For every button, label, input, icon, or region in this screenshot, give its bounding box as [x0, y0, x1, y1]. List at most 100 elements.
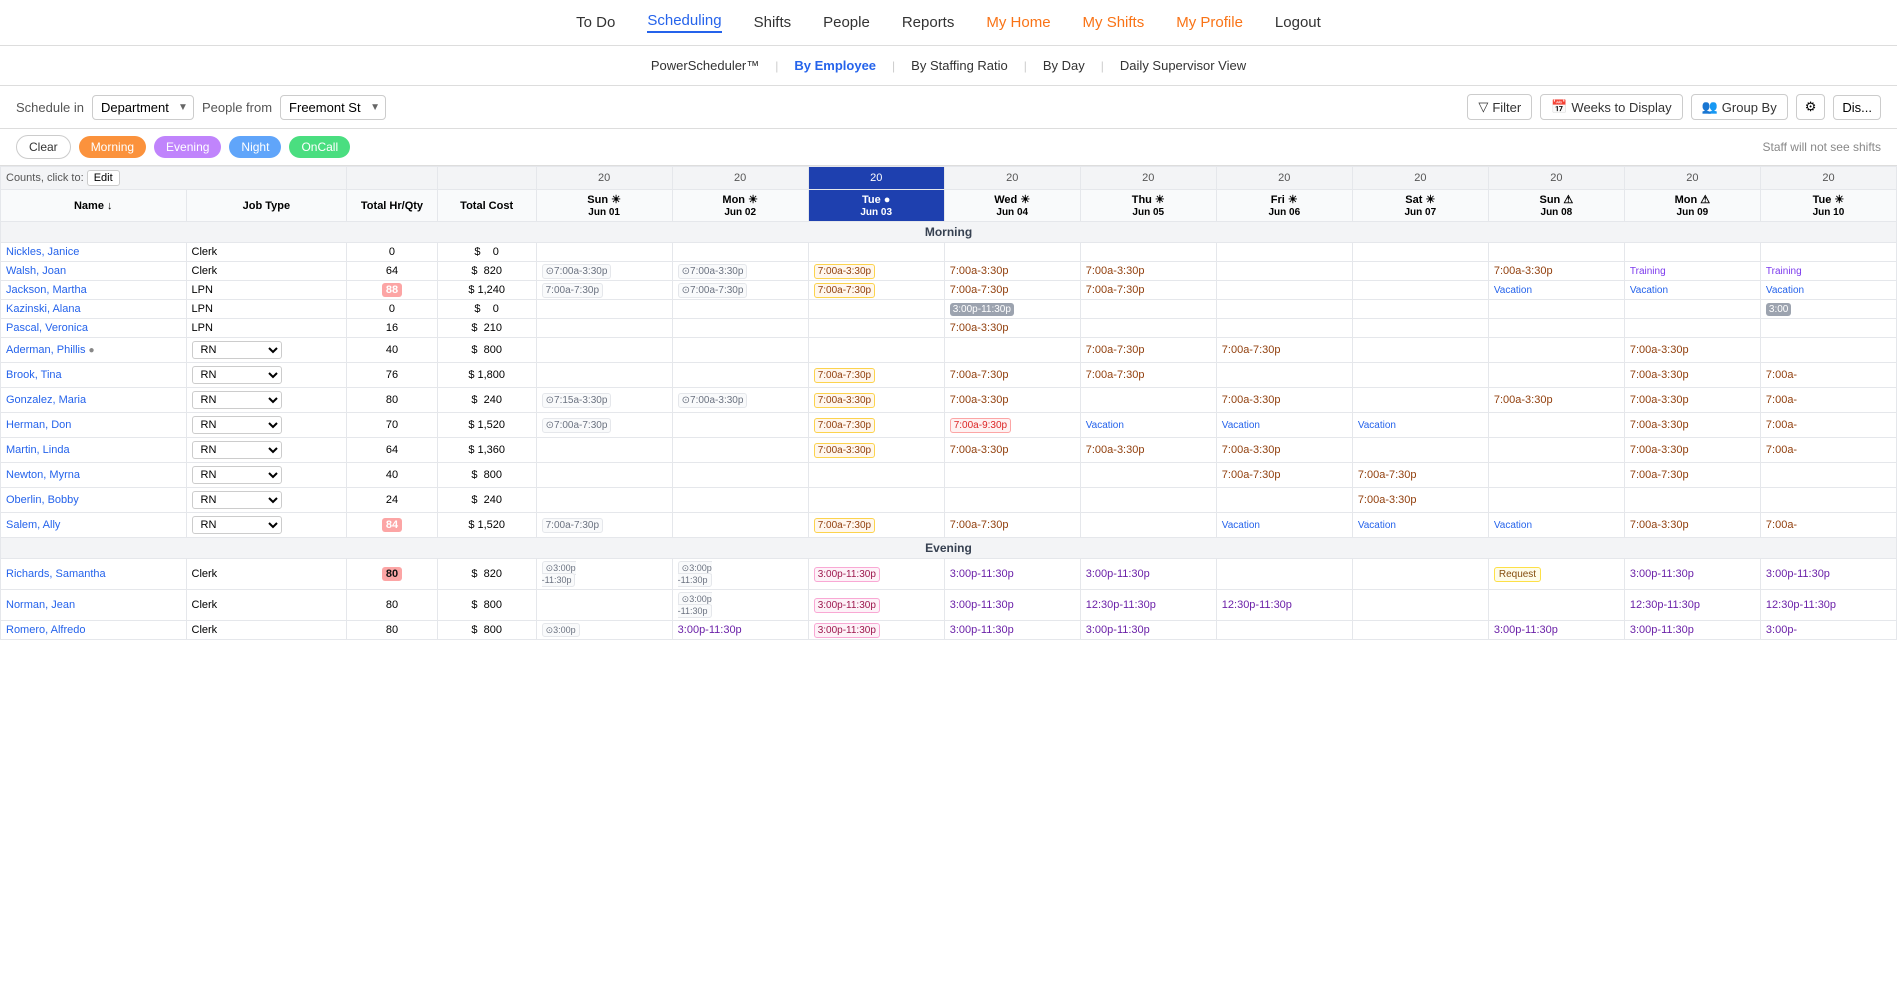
shift-wed04[interactable]: 7:00a-3:30p — [944, 319, 1080, 338]
jobtype-select[interactable]: RN — [192, 391, 282, 409]
shift-tue03[interactable] — [808, 243, 944, 262]
jobtype-select[interactable]: RN — [192, 441, 282, 459]
shift-tue03[interactable]: 3:00p-11:30p — [808, 590, 944, 621]
shift-mon09[interactable]: 7:00a-7:30p — [1624, 463, 1760, 488]
job-type-cell[interactable]: RN — [186, 488, 347, 513]
count-wed04[interactable]: 20 — [944, 167, 1080, 190]
jobtype-select[interactable]: RN — [192, 516, 282, 534]
shift-sat07[interactable]: Vacation — [1352, 413, 1488, 438]
shift-sun01[interactable] — [536, 338, 672, 363]
nav-reports[interactable]: Reports — [902, 14, 955, 31]
shift-tue03[interactable] — [808, 338, 944, 363]
shift-fri06[interactable]: 12:30p-11:30p — [1216, 590, 1352, 621]
nav-scheduling[interactable]: Scheduling — [647, 12, 721, 33]
day-sun01[interactable]: Sun ☀Jun 01 — [536, 190, 672, 222]
employee-name[interactable]: Jackson, Martha — [1, 281, 187, 300]
shift-sun08[interactable] — [1488, 438, 1624, 463]
subnav-byday[interactable]: By Day — [1035, 54, 1093, 77]
employee-name[interactable]: Kazinski, Alana — [1, 300, 187, 319]
shift-tue10[interactable] — [1760, 243, 1896, 262]
shift-fri06[interactable]: 7:00a-7:30p — [1216, 463, 1352, 488]
shift-mon02[interactable] — [672, 338, 808, 363]
job-type-cell[interactable]: RN — [186, 438, 347, 463]
department-select[interactable]: Department — [92, 95, 194, 120]
shift-mon09[interactable]: Vacation — [1624, 281, 1760, 300]
shift-sat07[interactable] — [1352, 559, 1488, 590]
shift-mon02[interactable] — [672, 300, 808, 319]
day-mon09[interactable]: Mon ⚠Jun 09 — [1624, 190, 1760, 222]
shift-tue03[interactable]: 7:00a-3:30p — [808, 388, 944, 413]
shift-sun01[interactable]: ⊙7:00a-3:30p — [536, 262, 672, 281]
employee-name[interactable]: Salem, Ally — [1, 513, 187, 538]
shift-fri06[interactable] — [1216, 300, 1352, 319]
edit-button[interactable]: Edit — [87, 170, 120, 186]
shift-tue03[interactable] — [808, 300, 944, 319]
shift-thu05[interactable]: 7:00a-7:30p — [1080, 363, 1216, 388]
oncall-filter-button[interactable]: OnCall — [289, 136, 350, 158]
shift-thu05[interactable] — [1080, 488, 1216, 513]
count-fri06[interactable]: 20 — [1216, 167, 1352, 190]
shift-sun08[interactable]: 7:00a-3:30p — [1488, 262, 1624, 281]
shift-mon02[interactable] — [672, 463, 808, 488]
shift-mon09[interactable]: 3:00p-11:30p — [1624, 559, 1760, 590]
shift-fri06[interactable]: Vacation — [1216, 513, 1352, 538]
job-type-cell[interactable]: RN — [186, 388, 347, 413]
weeks-to-display-button[interactable]: 📅 Weeks to Display — [1540, 94, 1682, 120]
shift-mon02[interactable]: ⊙7:00a-3:30p — [672, 388, 808, 413]
shift-wed04[interactable] — [944, 488, 1080, 513]
count-mon09[interactable]: 20 — [1624, 167, 1760, 190]
shift-mon02[interactable] — [672, 363, 808, 388]
shift-wed04[interactable]: 7:00a-3:30p — [944, 438, 1080, 463]
shift-sun01[interactable] — [536, 363, 672, 388]
shift-tue10[interactable] — [1760, 338, 1896, 363]
count-thu05[interactable]: 20 — [1080, 167, 1216, 190]
shift-sun01[interactable]: ⊙3:00p-11:30p — [536, 559, 672, 590]
shift-thu05[interactable] — [1080, 513, 1216, 538]
subnav-bystaffingratio[interactable]: By Staffing Ratio — [903, 54, 1016, 77]
shift-fri06[interactable]: 7:00a-3:30p — [1216, 438, 1352, 463]
shift-tue10[interactable] — [1760, 488, 1896, 513]
employee-name[interactable]: Richards, Samantha — [1, 559, 187, 590]
shift-sat07[interactable] — [1352, 243, 1488, 262]
shift-tue03[interactable]: 3:00p-11:30p — [808, 559, 944, 590]
employee-name[interactable]: Nickles, Janice — [1, 243, 187, 262]
shift-tue03[interactable] — [808, 463, 944, 488]
jobtype-select[interactable]: RN — [192, 366, 282, 384]
shift-mon09[interactable]: 7:00a-3:30p — [1624, 413, 1760, 438]
shift-mon09[interactable]: 7:00a-3:30p — [1624, 438, 1760, 463]
shift-sat07[interactable]: Vacation — [1352, 513, 1488, 538]
day-thu05[interactable]: Thu ☀Jun 05 — [1080, 190, 1216, 222]
shift-thu05[interactable]: 7:00a-3:30p — [1080, 438, 1216, 463]
job-type-cell[interactable]: RN — [186, 463, 347, 488]
shift-fri06[interactable] — [1216, 621, 1352, 640]
shift-mon02[interactable]: ⊙3:00p-11:30p — [672, 590, 808, 621]
shift-wed04[interactable]: 7:00a-3:30p — [944, 262, 1080, 281]
shift-tue03[interactable]: 7:00a-3:30p — [808, 262, 944, 281]
shift-sun01[interactable] — [536, 243, 672, 262]
count-tue10[interactable]: 20 — [1760, 167, 1896, 190]
shift-tue10[interactable]: 3:00p-11:30p — [1760, 559, 1896, 590]
job-type-cell[interactable]: RN — [186, 363, 347, 388]
employee-name[interactable]: Herman, Don — [1, 413, 187, 438]
shift-fri06[interactable] — [1216, 281, 1352, 300]
subnav-powerscheduler[interactable]: PowerScheduler™ — [643, 54, 767, 77]
jobtype-select[interactable]: RN — [192, 341, 282, 359]
shift-fri06[interactable] — [1216, 243, 1352, 262]
shift-thu05[interactable]: Vacation — [1080, 413, 1216, 438]
shift-sun08[interactable] — [1488, 338, 1624, 363]
shift-tue03[interactable]: 7:00a-7:30p — [808, 413, 944, 438]
shift-sat07[interactable] — [1352, 319, 1488, 338]
shift-fri06[interactable] — [1216, 319, 1352, 338]
shift-tue03[interactable]: 7:00a-7:30p — [808, 281, 944, 300]
shift-thu05[interactable] — [1080, 388, 1216, 413]
shift-sun08[interactable] — [1488, 363, 1624, 388]
shift-fri06[interactable]: 7:00a-7:30p — [1216, 338, 1352, 363]
shift-mon02[interactable]: ⊙3:00p-11:30p — [672, 559, 808, 590]
shift-mon09[interactable] — [1624, 243, 1760, 262]
shift-mon02[interactable] — [672, 243, 808, 262]
shift-wed04[interactable]: 7:00a-9:30p — [944, 413, 1080, 438]
shift-mon09[interactable]: 7:00a-3:30p — [1624, 338, 1760, 363]
shift-sun01[interactable] — [536, 590, 672, 621]
subnav-byemployee[interactable]: By Employee — [786, 54, 884, 77]
shift-mon09[interactable] — [1624, 300, 1760, 319]
